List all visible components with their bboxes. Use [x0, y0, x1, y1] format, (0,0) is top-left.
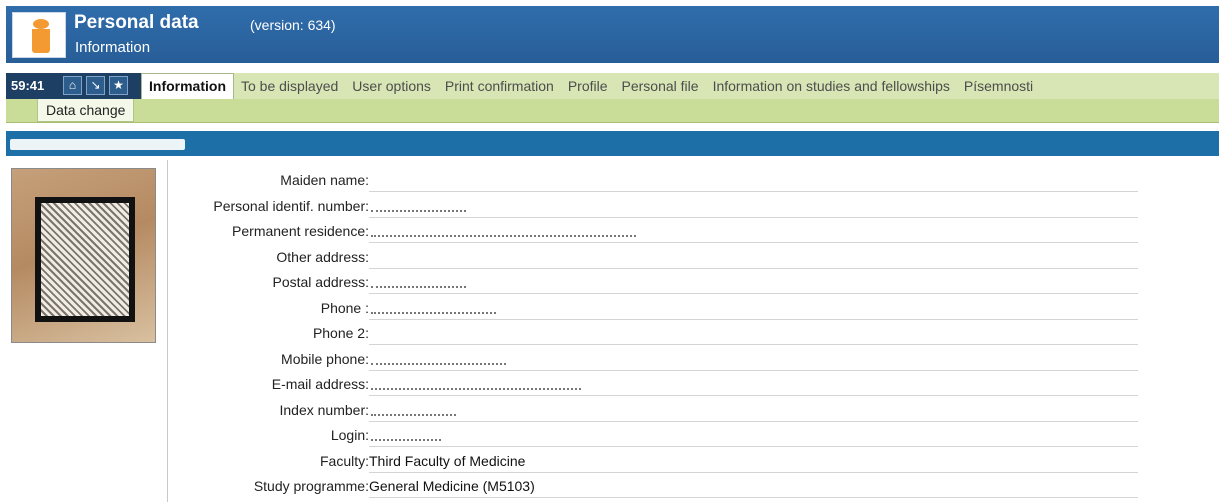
- page-title: Personal data: [74, 12, 199, 33]
- tab-to-be-displayed[interactable]: To be displayed: [234, 73, 345, 99]
- field-row: Mobile phone:: [168, 347, 1138, 372]
- row-separator: [369, 216, 1138, 218]
- redacted-value: [371, 351, 506, 365]
- redacted-value: [371, 300, 496, 314]
- tab-profile[interactable]: Profile: [561, 73, 615, 99]
- row-separator: [369, 242, 1138, 243]
- row-separator: [369, 344, 1138, 345]
- tab-information-on-studies-and-fellowships[interactable]: Information on studies and fellowships: [706, 73, 957, 99]
- field-row: Index number:: [168, 398, 1138, 423]
- field-row: Phone 2:: [168, 321, 1138, 346]
- personal-data-app-icon: [12, 12, 66, 58]
- field-label: Maiden name:: [280, 172, 369, 188]
- redacted-value: [371, 275, 466, 288]
- row-separator: [369, 191, 1138, 192]
- home-icon[interactable]: ⌂: [63, 76, 82, 95]
- field-row: Permanent residence:: [168, 219, 1138, 244]
- profile-photo: [11, 168, 156, 343]
- field-label: E-mail address:: [271, 376, 369, 392]
- row-separator: [369, 471, 1138, 473]
- pixelated-face: [35, 197, 135, 322]
- redacted-value: [371, 198, 466, 212]
- field-label: Postal address:: [272, 274, 370, 290]
- main-tabs: Information To be displayed User options Pr…: [141, 73, 1219, 99]
- page-header: Personal data (version: 634) Information: [6, 6, 1219, 63]
- field-row: Faculty: Third Faculty of Medicine: [168, 449, 1138, 474]
- row-separator: [369, 497, 1138, 498]
- field-label: Index number:: [279, 401, 370, 418]
- field-label: Faculty:: [319, 452, 369, 469]
- field-row: E-mail address:: [168, 372, 1138, 397]
- session-timer: 59:41: [11, 78, 45, 93]
- bookmark-down-icon[interactable]: ↘: [86, 76, 105, 95]
- field-label: Login:: [330, 427, 369, 443]
- field-label: Study programme:: [253, 478, 369, 494]
- tab-information[interactable]: Information: [141, 73, 234, 99]
- star-icon[interactable]: ★: [109, 76, 128, 95]
- field-value: Third Faculty of Medicine: [369, 452, 526, 469]
- tab-p-semnosti[interactable]: Písemnosti: [957, 73, 1040, 99]
- row-separator: [369, 293, 1138, 294]
- row-separator: [369, 446, 1138, 447]
- field-label: Other address:: [276, 248, 369, 265]
- field-row: Maiden name:: [168, 168, 1138, 193]
- page-subtitle: Information: [75, 39, 151, 56]
- field-label: Phone 2:: [312, 325, 369, 341]
- field-row: Study programme: General Medicine (M5103): [168, 474, 1138, 499]
- field-label: Mobile phone:: [281, 350, 369, 367]
- tab-data-change[interactable]: Data change: [37, 99, 135, 122]
- tab-personal-file[interactable]: Personal file: [615, 73, 706, 99]
- tab-bar: 59:41 ⌂ ↘ ★ Information To be displayed Us…: [6, 73, 1219, 99]
- field-label: Phone :: [320, 299, 369, 316]
- row-separator: [369, 267, 1138, 269]
- redacted-value: [371, 402, 456, 416]
- person-name-bar: [6, 131, 1219, 156]
- tab-user-options[interactable]: User options: [345, 73, 438, 99]
- field-row: Other address:: [168, 245, 1138, 270]
- redacted-value: [371, 428, 441, 441]
- row-separator: [369, 420, 1138, 422]
- redacted-value: [371, 224, 636, 237]
- row-separator: [369, 318, 1138, 320]
- field-value: General Medicine (M5103): [369, 478, 535, 494]
- field-label: Personal identif. number:: [213, 197, 369, 214]
- row-separator: [369, 395, 1138, 396]
- field-row: Phone :: [168, 296, 1138, 321]
- sub-tab-bar: Data change: [6, 99, 1219, 123]
- field-label: Permanent residence:: [232, 223, 369, 239]
- field-row: Login:: [168, 423, 1138, 448]
- redacted-value: [371, 377, 581, 390]
- redacted-name: [10, 139, 185, 150]
- field-row: Personal identif. number:: [168, 194, 1138, 219]
- version-label: (version: 634): [250, 17, 336, 33]
- tab-print-confirmation[interactable]: Print confirmation: [438, 73, 561, 99]
- field-row: Postal address:: [168, 270, 1138, 295]
- row-separator: [369, 369, 1138, 371]
